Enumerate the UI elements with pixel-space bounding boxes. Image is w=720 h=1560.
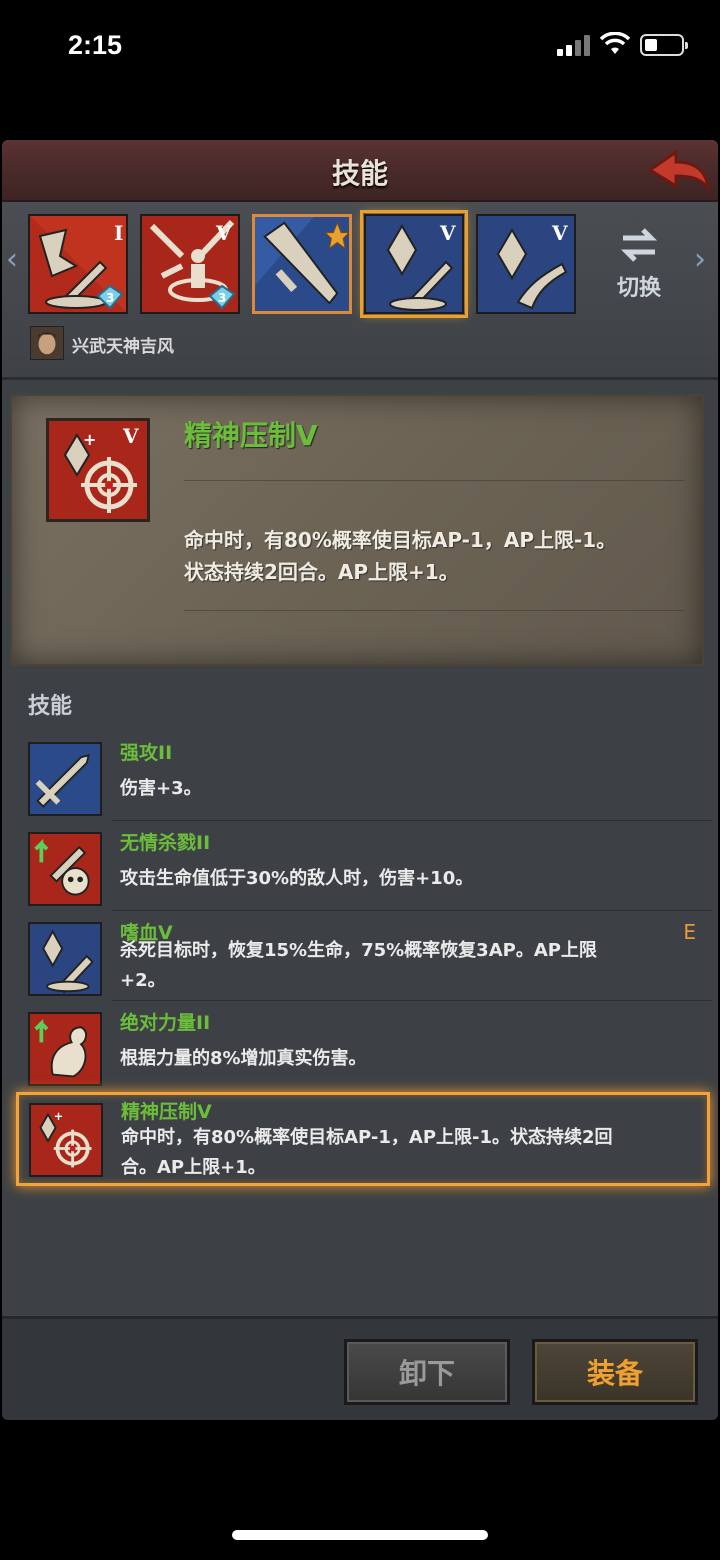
- home-indicator[interactable]: [232, 1530, 488, 1540]
- page-title: 技能: [331, 157, 388, 190]
- skill-row-mental-suppression[interactable]: + 精神压制V 命中时，有80%概率使目标AP-1，AP上限-1。状态持续2回合…: [16, 1092, 710, 1186]
- status-bar: 2:15: [0, 0, 720, 95]
- next-arrow-icon[interactable]: ›: [694, 242, 706, 277]
- prev-arrow-icon[interactable]: ‹: [6, 242, 18, 277]
- skill-description: 伤害+3。: [120, 778, 202, 799]
- signal-icon: [557, 34, 591, 56]
- skill-row-strike[interactable]: 强攻II 伤害+3。: [2, 732, 718, 820]
- skull-sword-icon: [28, 832, 102, 906]
- skills-section-label: 技能: [28, 694, 73, 719]
- svg-text:3: 3: [218, 291, 226, 305]
- skill-description: 攻击生命值低于30%的敌人时，伤害+10。: [120, 868, 474, 889]
- skill-name: 绝对力量II: [120, 1012, 211, 1034]
- flexed-arm-icon: [28, 1012, 102, 1086]
- switch-button[interactable]: 切换: [608, 226, 670, 306]
- divider: [112, 910, 712, 911]
- svg-text:+: +: [54, 1109, 64, 1123]
- skill-slot-4[interactable]: V: [360, 210, 468, 318]
- equipped-badge: E: [683, 920, 696, 944]
- hero-name: 兴武天神吉风: [72, 337, 174, 357]
- skill-row-ruthless-slaughter[interactable]: 无情杀戮II 攻击生命值低于30%的敌人时，伤害+10。: [2, 822, 718, 910]
- swap-arrows-icon: [620, 228, 658, 262]
- panel-header: 技能: [2, 140, 718, 202]
- skill-name: 无情杀戮II: [120, 832, 211, 854]
- equip-button[interactable]: 装备: [532, 1339, 698, 1405]
- switch-label: 切换: [616, 276, 661, 301]
- action-bar: 卸下 装备: [2, 1316, 718, 1420]
- svg-text:V: V: [215, 221, 232, 245]
- crystal-sword-icon: V: [366, 216, 462, 312]
- skill-description: 根据力量的8%增加真实伤害。: [120, 1048, 367, 1069]
- unequip-button[interactable]: 卸下: [344, 1339, 510, 1405]
- skill-description: 命中时，有80%概率使目标AP-1，AP上限-1。状态持续2回合。AP上限+1。: [121, 1127, 613, 1178]
- divider: [112, 820, 712, 821]
- skill-description: 杀死目标时，恢复15%生命，75%概率恢复3AP。AP上限+2。: [120, 940, 597, 991]
- skill-slot-1[interactable]: I 3: [28, 214, 128, 314]
- equipped-skill-strip: ‹ › I 3 V 3 V V 切换 兴武天神吉风: [2, 202, 718, 380]
- battery-icon: [640, 34, 688, 56]
- sword-strike-icon: [255, 217, 349, 311]
- divider: [112, 1000, 712, 1001]
- crystal-target-icon: +: [29, 1103, 103, 1177]
- skill-name: 精神压制V: [121, 1101, 212, 1123]
- svg-text:3: 3: [106, 291, 114, 305]
- skill-row-absolute-power[interactable]: 绝对力量II 根据力量的8%增加真实伤害。: [2, 1002, 718, 1090]
- back-arrow-icon[interactable]: [642, 144, 714, 198]
- detail-skill-description: 命中时，有80%概率使目标AP-1，AP上限-1。 状态持续2回合。AP上限+1…: [184, 528, 617, 584]
- svg-text:V: V: [122, 424, 139, 448]
- svg-text:I: I: [114, 221, 123, 245]
- broken-blade-icon: I 3: [30, 216, 126, 312]
- skill-slot-3[interactable]: [252, 214, 352, 314]
- clock: 2:15: [68, 30, 123, 60]
- crystal-target-icon: + V: [49, 421, 147, 519]
- skill-slot-5[interactable]: V: [476, 214, 576, 314]
- avatar: [30, 326, 64, 360]
- skill-slot-2[interactable]: V 3: [140, 214, 240, 314]
- svg-text:V: V: [551, 221, 568, 245]
- divider: [184, 480, 684, 481]
- skill-name: 强攻II: [120, 742, 173, 764]
- skills-panel: 技能 ‹ › I 3 V 3 V V 切换 兴武天神吉风 + V 精神压制V 命…: [2, 140, 718, 1420]
- summoning-figure-icon: V 3: [142, 216, 238, 312]
- crystal-beast-icon: V: [478, 216, 574, 312]
- divider: [184, 610, 684, 611]
- svg-text:V: V: [439, 221, 456, 245]
- skill-row-bloodthirst[interactable]: 嗜血V 杀死目标时，恢复15%生命，75%概率恢复3AP。AP上限+2。 E: [2, 912, 718, 1000]
- detail-skill-name: 精神压制V: [184, 419, 318, 452]
- wifi-icon: [599, 32, 631, 54]
- crystal-sword-icon: [28, 922, 102, 996]
- skill-detail-card: + V 精神压制V 命中时，有80%概率使目标AP-1，AP上限-1。 状态持续…: [10, 394, 704, 666]
- svg-text:+: +: [83, 430, 96, 449]
- detail-skill-icon: + V: [46, 418, 150, 522]
- sword-icon: [28, 742, 102, 816]
